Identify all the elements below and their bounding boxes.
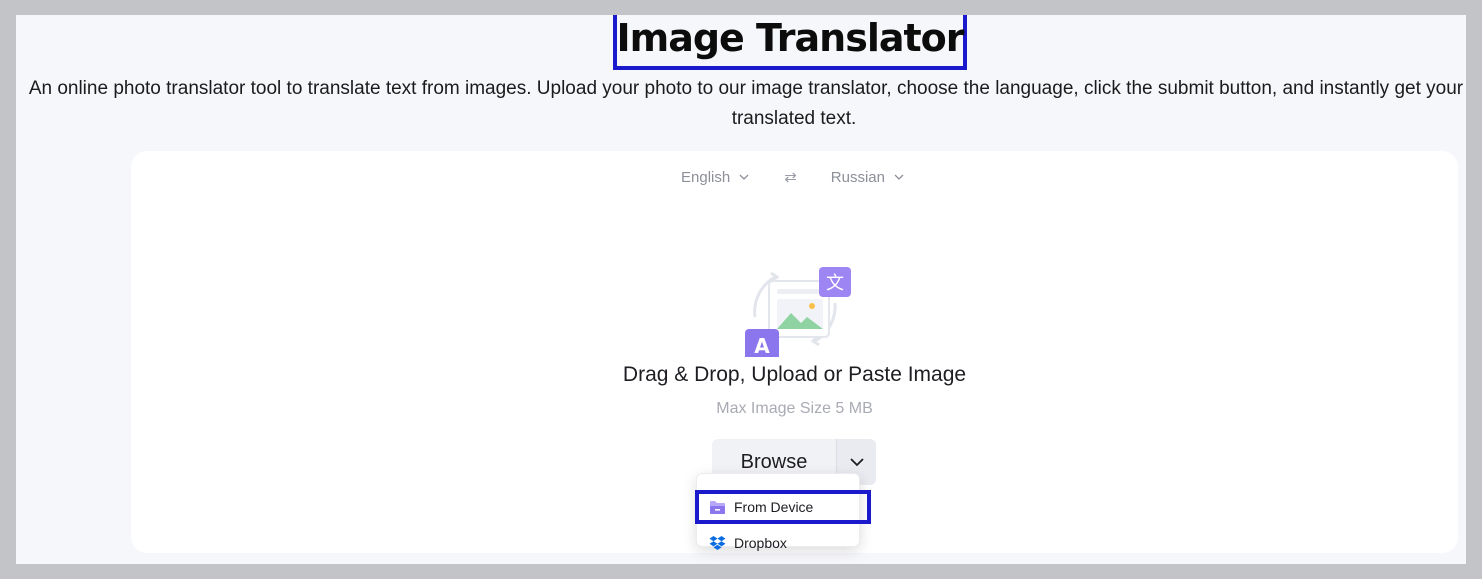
swap-arrows-icon[interactable]: ⇄ bbox=[784, 168, 797, 186]
source-language-label: English bbox=[681, 168, 731, 186]
target-language-label: Russian bbox=[830, 168, 885, 186]
target-language-select[interactable]: Russian bbox=[831, 169, 905, 186]
chevron-down-icon bbox=[894, 174, 904, 180]
menu-item-label: From Device bbox=[734, 499, 814, 515]
language-bar: English ⇄ Russian bbox=[681, 165, 905, 189]
source-language-select[interactable]: English bbox=[681, 169, 750, 186]
svg-text:文: 文 bbox=[826, 273, 844, 294]
svg-text:A: A bbox=[754, 334, 770, 357]
menu-item-dropbox[interactable]: Dropbox bbox=[697, 527, 861, 559]
page-subtitle: An online photo translator tool to trans… bbox=[28, 78, 1466, 129]
image-translate-illustration-icon: 文 A bbox=[745, 267, 851, 357]
chevron-down-icon bbox=[739, 174, 749, 180]
chevron-down-icon bbox=[849, 458, 864, 467]
folder-icon bbox=[710, 500, 725, 514]
title-highlight-box: Image Translator bbox=[613, 15, 967, 70]
page-title: Image Translator bbox=[616, 16, 964, 60]
max-size-text: Max Image Size 5 MB bbox=[716, 400, 873, 417]
menu-item-from-device[interactable]: From Device bbox=[697, 491, 861, 523]
dropbox-icon bbox=[709, 536, 726, 550]
browse-dropdown-menu: From Device Dropbox bbox=[696, 473, 861, 551]
menu-item-label: Dropbox bbox=[734, 535, 787, 551]
drop-zone-text: Drag & Drop, Upload or Paste Image bbox=[622, 363, 967, 386]
